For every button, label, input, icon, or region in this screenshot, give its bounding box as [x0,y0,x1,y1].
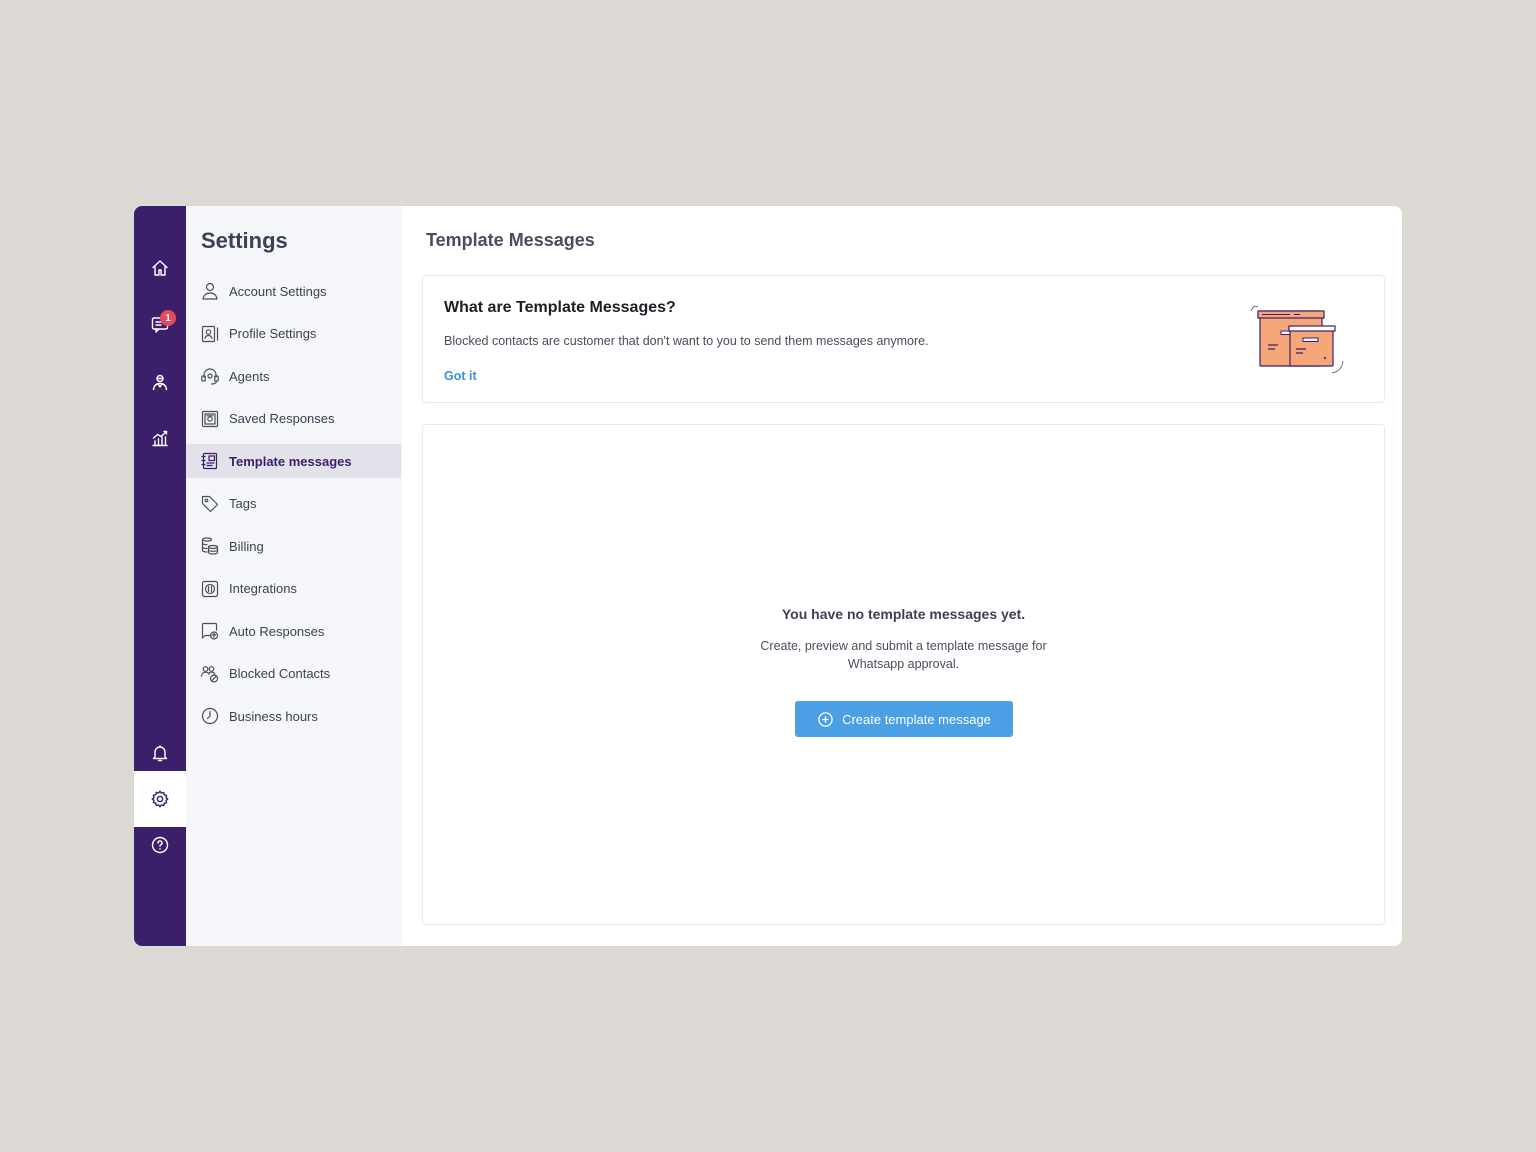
empty-state-description: Create, preview and submit a template me… [760,639,1047,671]
agent-icon [152,374,168,391]
saved-icon [201,410,219,427]
rail-home-button[interactable] [134,245,186,291]
bell-icon [152,745,168,762]
sidebar-item-label: Template messages [229,453,352,469]
sidebar-item-label: Integrations [229,581,297,596]
info-card: What are Template Messages? Blocked cont… [422,275,1385,403]
create-template-button[interactable]: Create template message [795,701,1013,737]
clock-icon [201,707,219,725]
sidebar-item-account-settings[interactable]: Account Settings [186,274,401,308]
rail-notifications-button[interactable] [134,730,186,776]
help-icon [151,836,169,854]
tag-icon [201,495,219,512]
analytics-icon [152,430,168,447]
info-title: What are Template Messages? [444,299,676,316]
unread-badge: 1 [160,310,176,326]
sidebar-item-blocked-contacts[interactable]: Blocked Contacts [186,657,401,691]
sidebar-item-label: Business hours [229,708,318,724]
sidebar-item-label: Account Settings [229,283,327,299]
sidebar-item-label: Saved Responses [229,411,335,426]
info-description: Blocked contacts are customer that don't… [444,334,929,348]
settings-sidebar: Settings Account Settings Profile Settin… [186,206,402,946]
auto-response-icon [201,622,219,640]
sidebar-title: Settings [201,228,288,253]
settings-menu: Account Settings Profile Settings Agents… [186,274,401,742]
got-it-link[interactable]: Got it [444,369,477,383]
sidebar-item-label: Auto Responses [229,623,325,639]
sidebar-item-saved-responses[interactable]: Saved Responses [186,402,401,436]
sidebar-item-label: Profile Settings [229,326,317,341]
sidebar-item-tags[interactable]: Tags [186,487,401,521]
sidebar-item-auto-responses[interactable]: Auto Responses [186,614,401,648]
sidebar-item-billing[interactable]: Billing [186,529,401,563]
headset-icon [201,368,219,385]
sidebar-item-label: Billing [229,538,264,554]
app-window: 1 Settings Account Settings Profile Sett… [134,206,1402,946]
rail-settings-button[interactable] [134,771,186,827]
blocked-contacts-icon [200,665,219,683]
rail-chat-button[interactable]: 1 [134,301,186,347]
create-template-label: Create template message [842,711,991,727]
sidebar-item-profile-settings[interactable]: Profile Settings [186,317,401,351]
plus-circle-icon [818,711,833,727]
integrations-icon [201,580,219,597]
sidebar-item-label: Blocked Contacts [229,666,331,681]
page-title: Template Messages [426,230,595,250]
user-icon [202,282,218,300]
sidebar-item-template-messages[interactable]: Template messages [186,444,401,478]
rail-help-button[interactable] [134,822,186,868]
template-icon [201,452,218,470]
sidebar-item-label: Agents [229,368,270,384]
empty-state-title: You have no template messages yet. [781,606,1026,622]
boxes-illustration [1250,305,1344,374]
sidebar-item-agents[interactable]: Agents [186,359,401,393]
rail-agents-button[interactable] [134,359,186,405]
sidebar-item-business-hours[interactable]: Business hours [186,699,401,733]
sidebar-item-label: Tags [229,496,257,511]
profile-card-icon [201,325,219,342]
main-content: Template Messages What are Template Mess… [402,206,1402,946]
coins-icon [201,537,219,555]
icon-rail: 1 [134,206,186,946]
home-icon [152,260,168,276]
empty-state-card: You have no template messages yet. Creat… [422,424,1385,925]
rail-analytics-button[interactable] [134,415,186,461]
sidebar-item-integrations[interactable]: Integrations [186,572,401,606]
gear-icon [151,790,169,808]
